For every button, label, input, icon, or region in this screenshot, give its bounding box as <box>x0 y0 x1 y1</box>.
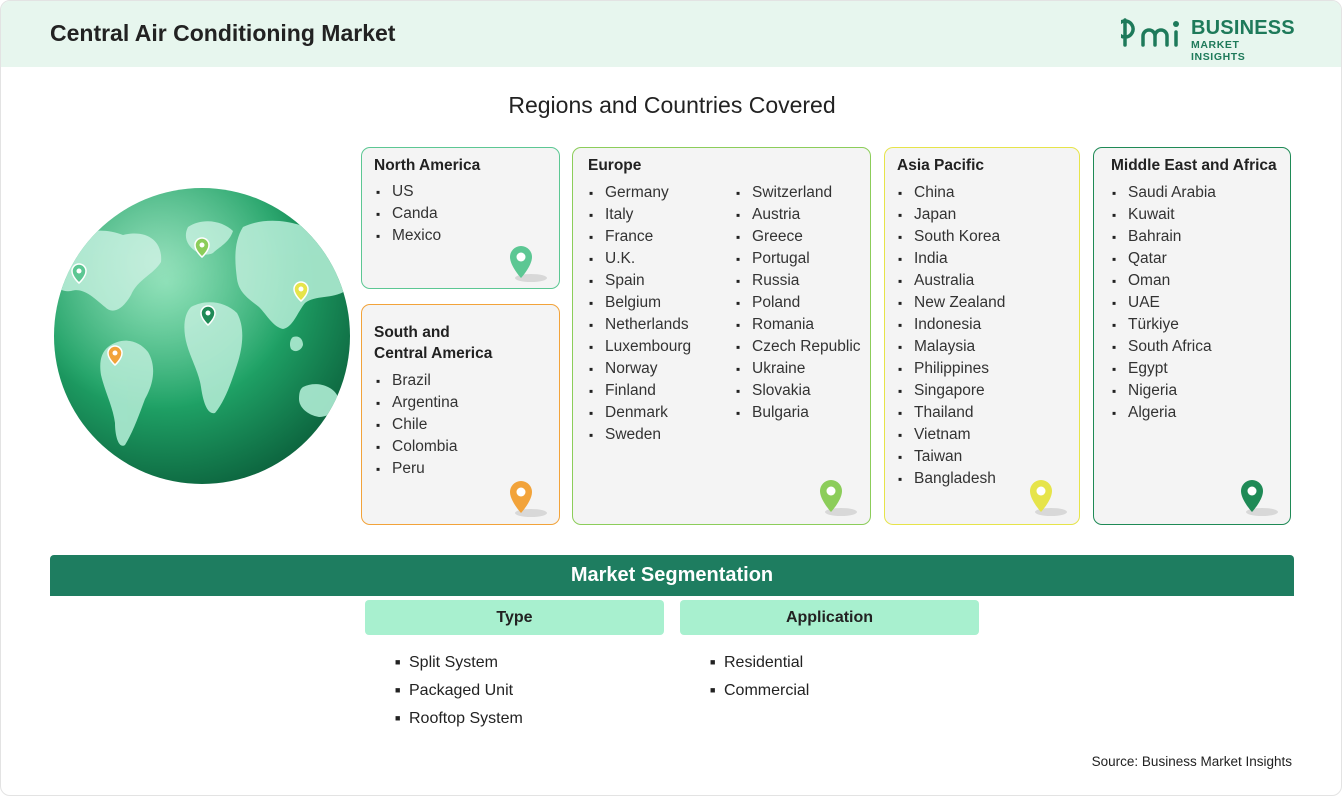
segment-header-application: Application <box>680 600 979 635</box>
company-logo: BUSINESS MARKET INSIGHTS <box>1121 17 1295 63</box>
list-item: New Zealand <box>898 292 1005 314</box>
list-item: Bangladesh <box>898 468 1005 490</box>
logo-text-market-insights: MARKET INSIGHTS <box>1191 39 1246 63</box>
list-item: China <box>898 182 1005 204</box>
list-item: Türkiye <box>1112 314 1216 336</box>
list-item: Brazil <box>376 370 458 392</box>
list-item: Greece <box>736 226 861 248</box>
list-item: Slovakia <box>736 380 861 402</box>
region-card-europe: Europe Germany Italy France U.K. Spain B… <box>572 147 871 525</box>
list-item: Residential <box>710 648 809 676</box>
list-item: Luxembourg <box>589 336 691 358</box>
location-pin-icon <box>1241 480 1278 516</box>
regions-section-title: Regions and Countries Covered <box>508 92 836 118</box>
list-item: Russia <box>736 270 861 292</box>
segment-header-type: Type <box>365 600 664 635</box>
list-item: India <box>898 248 1005 270</box>
globe-illustration <box>54 188 350 484</box>
region-title: Middle East and Africa <box>1111 157 1277 174</box>
segment-list-application: Residential Commercial <box>710 648 809 704</box>
region-card-middle-east-africa: Middle East and Africa Saudi Arabia Kuwa… <box>1093 147 1291 525</box>
list-item: Ukraine <box>736 358 861 380</box>
region-title: Asia Pacific <box>897 157 985 174</box>
list-item: Argentina <box>376 392 458 414</box>
market-segmentation-bar: Market Segmentation <box>50 555 1294 596</box>
list-item: Denmark <box>589 402 691 424</box>
list-item: Romania <box>736 314 861 336</box>
source-note: Source: Business Market Insights <box>1091 754 1292 769</box>
region-title-line1: South and <box>374 324 450 341</box>
logo-text-business: BUSINESS <box>1191 17 1295 39</box>
country-list-col1: Germany Italy France U.K. Spain Belgium … <box>589 182 691 446</box>
list-item: U.K. <box>589 248 691 270</box>
country-list: Saudi Arabia Kuwait Bahrain Qatar Oman U… <box>1112 182 1216 424</box>
list-item: Packaged Unit <box>395 676 523 704</box>
country-list: Brazil Argentina Chile Colombia Peru <box>376 370 458 480</box>
list-item: Egypt <box>1112 358 1216 380</box>
list-item: US <box>376 181 441 203</box>
list-item: Qatar <box>1112 248 1216 270</box>
list-item: Philippines <box>898 358 1005 380</box>
list-item: Split System <box>395 648 523 676</box>
list-item: Peru <box>376 458 458 480</box>
location-pin-icon <box>820 480 857 516</box>
infographic-frame: Central Air Conditioning Market BUSINESS… <box>0 0 1342 796</box>
list-item: Taiwan <box>898 446 1005 468</box>
list-item: Bahrain <box>1112 226 1216 248</box>
list-item: Algeria <box>1112 402 1216 424</box>
location-pin-icon <box>510 246 547 282</box>
header-bar: Central Air Conditioning Market BUSINESS… <box>1 1 1341 67</box>
list-item: South Korea <box>898 226 1005 248</box>
list-item: Saudi Arabia <box>1112 182 1216 204</box>
page-title: Central Air Conditioning Market <box>50 20 396 46</box>
list-item: Austria <box>736 204 861 226</box>
segment-list-type: Split System Packaged Unit Rooftop Syste… <box>395 648 523 732</box>
region-card-south-central-america: South and Central America Brazil Argenti… <box>361 304 560 525</box>
list-item: Commercial <box>710 676 809 704</box>
country-list: US Canda Mexico <box>376 181 441 247</box>
list-item: Nigeria <box>1112 380 1216 402</box>
list-item: Australia <box>898 270 1005 292</box>
list-item: Malaysia <box>898 336 1005 358</box>
location-pin-icon <box>510 481 547 517</box>
list-item: Japan <box>898 204 1005 226</box>
region-card-asia-pacific: Asia Pacific China Japan South Korea Ind… <box>884 147 1080 525</box>
list-item: Rooftop System <box>395 704 523 732</box>
region-title-line2: Central America <box>374 345 493 362</box>
list-item: Finland <box>589 380 691 402</box>
region-title: Europe <box>588 157 642 174</box>
country-list: China Japan South Korea India Australia … <box>898 182 1005 490</box>
list-item: Germany <box>589 182 691 204</box>
list-item: UAE <box>1112 292 1216 314</box>
list-item: Italy <box>589 204 691 226</box>
list-item: Sweden <box>589 424 691 446</box>
list-item: Mexico <box>376 225 441 247</box>
list-item: Singapore <box>898 380 1005 402</box>
list-item: Chile <box>376 414 458 436</box>
list-item: Thailand <box>898 402 1005 424</box>
list-item: Colombia <box>376 436 458 458</box>
list-item: South Africa <box>1112 336 1216 358</box>
list-item: Norway <box>589 358 691 380</box>
list-item: Netherlands <box>589 314 691 336</box>
region-card-north-america: North America US Canda Mexico <box>361 147 560 289</box>
country-list-col2: Switzerland Austria Greece Portugal Russ… <box>736 182 861 424</box>
location-pin-icon <box>1030 480 1067 516</box>
bmi-logo-icon <box>1121 18 1179 47</box>
list-item: Bulgaria <box>736 402 861 424</box>
list-item: Belgium <box>589 292 691 314</box>
list-item: Poland <box>736 292 861 314</box>
region-title: North America <box>374 157 481 174</box>
list-item: Indonesia <box>898 314 1005 336</box>
list-item: Portugal <box>736 248 861 270</box>
list-item: Oman <box>1112 270 1216 292</box>
list-item: Canda <box>376 203 441 225</box>
list-item: Vietnam <box>898 424 1005 446</box>
list-item: Switzerland <box>736 182 861 204</box>
list-item: Czech Republic <box>736 336 861 358</box>
list-item: France <box>589 226 691 248</box>
list-item: Kuwait <box>1112 204 1216 226</box>
list-item: Spain <box>589 270 691 292</box>
